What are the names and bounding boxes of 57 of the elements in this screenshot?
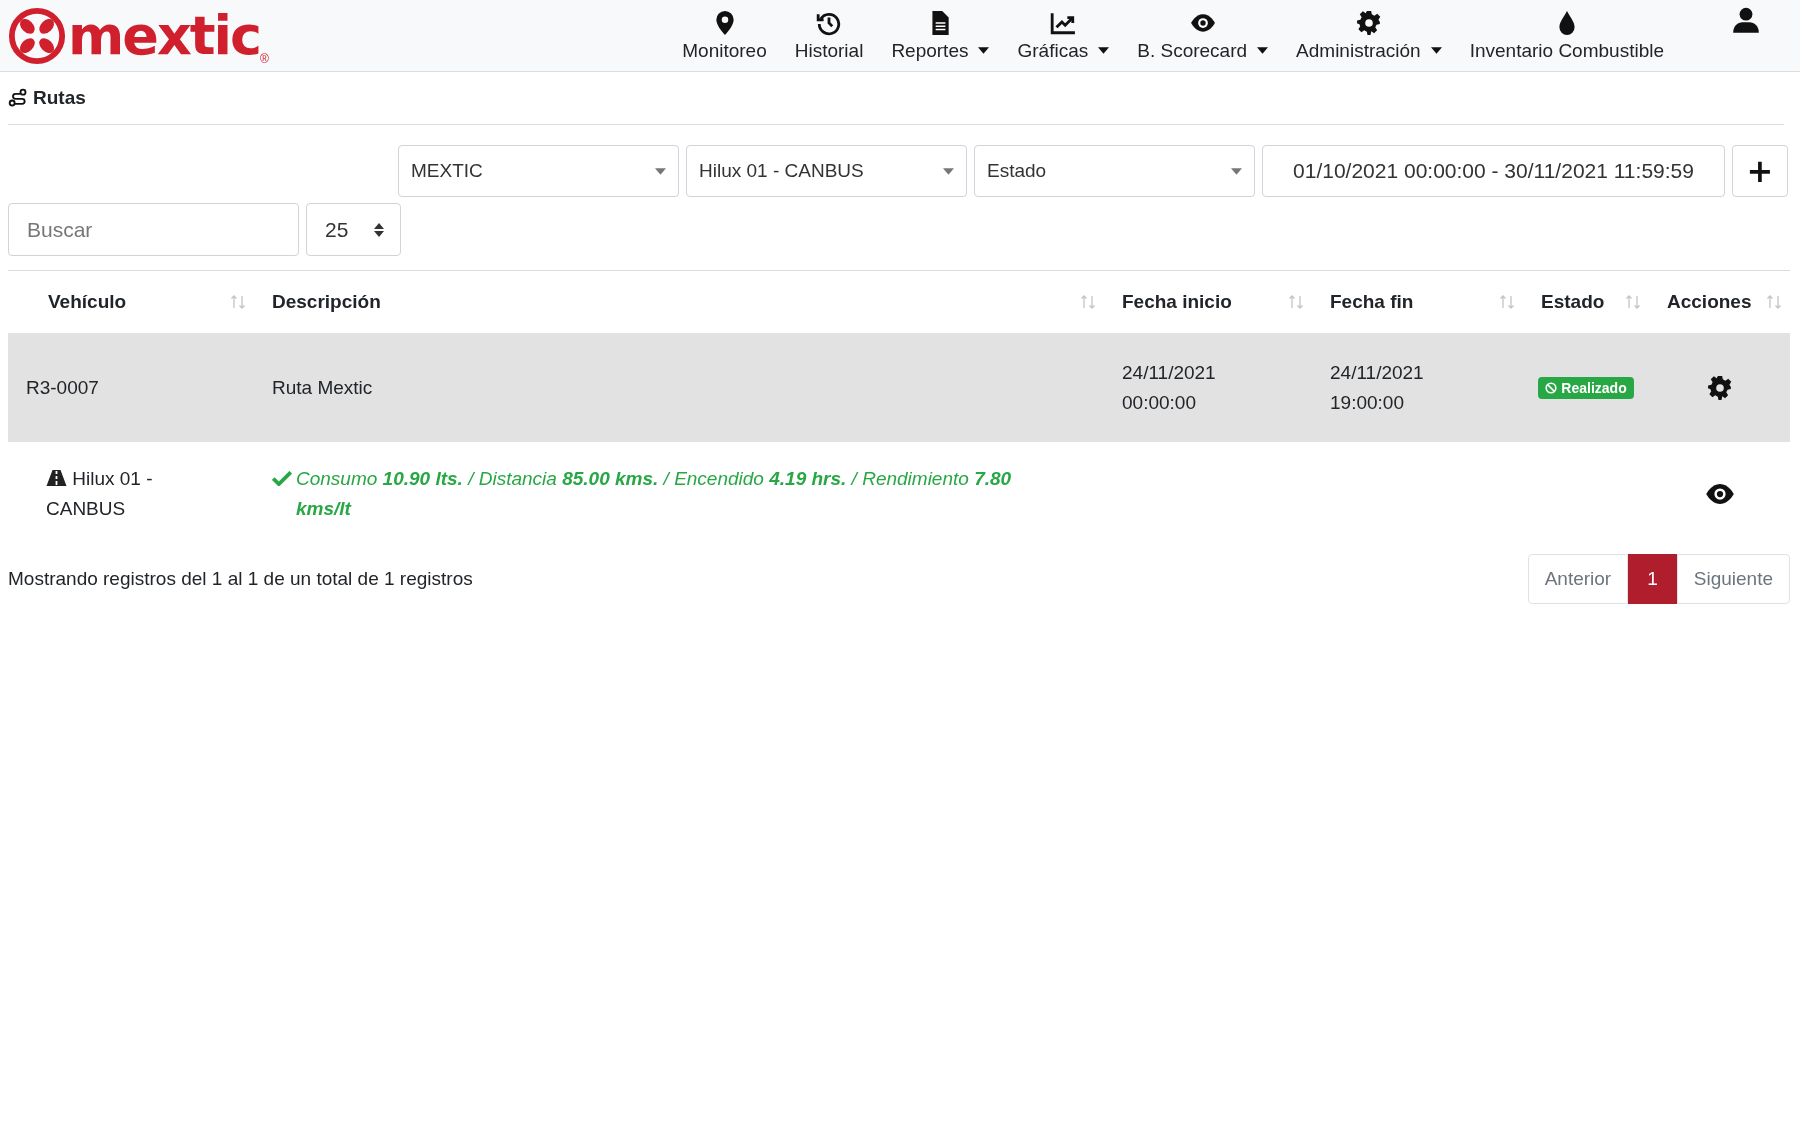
check-icon	[272, 471, 292, 486]
nav-link[interactable]: Historial	[794, 9, 864, 62]
search-field[interactable]: Buscar	[8, 203, 299, 256]
caret-icon	[1098, 47, 1110, 54]
column-header[interactable]: Descripción	[272, 291, 381, 313]
sort-icon[interactable]	[1625, 294, 1641, 310]
records-info: Mostrando registros del 1 al 1 de un total de 1 registros	[8, 568, 473, 590]
user-icon[interactable]	[1732, 5, 1760, 34]
nav-link[interactable]: Inventario Combustible	[1469, 9, 1664, 62]
route-icon	[8, 88, 28, 108]
settings-icon[interactable]	[1706, 374, 1733, 401]
column-header[interactable]: Estado	[1541, 291, 1605, 313]
sort-caret-icon	[374, 222, 384, 237]
consumption-summary: Consumo 10.90 lts. / Distancia 85.00 kms. / Encendido 4.19 hrs. / Rendimiento 7.80 kms/lt	[296, 467, 1013, 521]
caret-icon	[1231, 167, 1242, 175]
sort-icon[interactable]	[1288, 294, 1304, 310]
table-cell: R3-0007	[26, 376, 99, 399]
table-cell-text: 24/11/2021 19:00:00	[1330, 360, 1425, 415]
sort-icon[interactable]	[1499, 294, 1515, 310]
nav-link[interactable]: Gráficas	[1017, 9, 1110, 62]
ban-icon	[1545, 381, 1558, 394]
column-header[interactable]: Vehículo	[48, 291, 127, 313]
caret-icon	[1430, 47, 1442, 54]
sort-icon[interactable]	[1080, 294, 1096, 310]
dropdown-select[interactable]: Hilux 01 - CANBUS	[686, 145, 967, 197]
logo-text[interactable]: mextic	[68, 8, 261, 63]
settings-icon	[1355, 9, 1382, 36]
pagination-link[interactable]: Siguiente	[1676, 554, 1790, 604]
registered-mark: ®	[260, 51, 269, 66]
dropdown-select[interactable]: Estado	[974, 145, 1255, 197]
date-range-field[interactable]: 01/10/2021 00:00:00 - 30/11/2021 11:59:59	[1262, 145, 1725, 197]
pagination-link[interactable]: 1	[1628, 554, 1677, 604]
table-row[interactable]: R3-0007 Ruta Mextic 24/11/2021 00:00:00 24/11/2021 19:00:00 Realizado	[8, 333, 1790, 442]
nav-link[interactable]: Monitoreo	[682, 9, 767, 62]
caret-icon	[978, 47, 990, 54]
caret-icon	[943, 167, 954, 175]
caret-icon	[1257, 47, 1269, 54]
status-badge: Realizado	[1538, 376, 1634, 399]
sort-icon[interactable]	[1766, 294, 1782, 310]
pagination-link[interactable]: Anterior	[1527, 554, 1629, 604]
page-title: Rutas	[33, 87, 86, 109]
nav-link[interactable]: B. Scorecard	[1137, 9, 1269, 62]
table-cell: Ruta Mextic	[272, 376, 373, 399]
caret-icon	[655, 167, 666, 175]
add-button[interactable]: +	[1732, 145, 1788, 197]
dropdown-select[interactable]: MEXTIC	[398, 145, 679, 197]
column-header[interactable]: Fecha inicio	[1122, 291, 1232, 313]
table-cell-text: 24/11/2021 00:00:00	[1122, 360, 1217, 415]
column-header[interactable]: Fecha fin	[1330, 291, 1414, 313]
page-size-select[interactable]: 25	[306, 203, 401, 256]
table-cell-text: Hilux 01 - CANBUS	[45, 467, 154, 521]
nav-link[interactable]: Reportes	[891, 9, 990, 62]
column-header[interactable]: Acciones	[1667, 291, 1752, 313]
road-icon	[46, 470, 67, 486]
nav-link[interactable]: Administración	[1296, 9, 1442, 62]
logo-icon[interactable]	[8, 6, 66, 65]
sort-icon[interactable]	[230, 294, 246, 310]
